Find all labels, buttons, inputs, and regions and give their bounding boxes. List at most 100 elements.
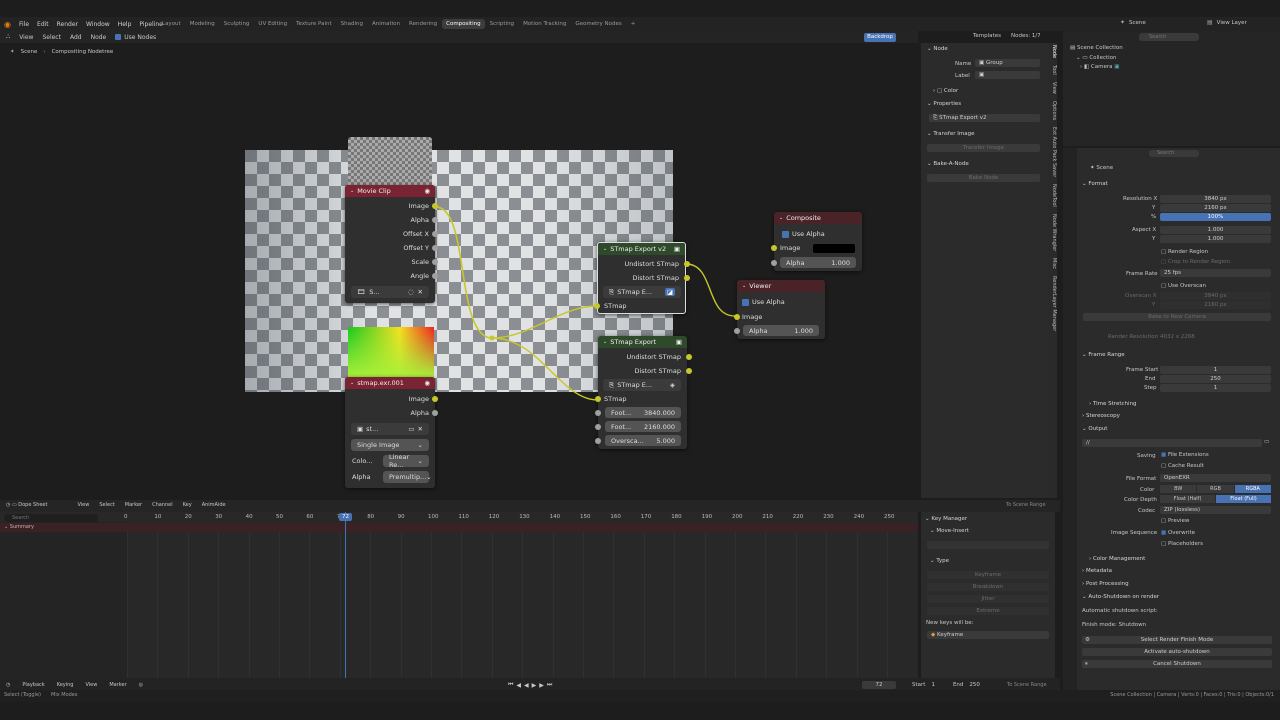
section-transfer-image[interactable]: ⌄ Transfer Image [927,131,974,137]
bake-node-button[interactable]: Bake Node [927,174,1040,182]
play-icon[interactable]: ▶ [532,682,537,689]
collapse-chevron-icon[interactable]: ⌄ [350,380,354,386]
socket-field-in[interactable] [595,438,601,444]
cancel-shutdown-button[interactable]: ⏸ Cancel Shutdown [1082,660,1272,668]
aspect-y-field[interactable]: 1.000 [1160,235,1271,243]
codec-dropdown[interactable]: ZIP (lossless) [1160,506,1271,514]
fake-user-icon[interactable]: ◪ [664,288,675,296]
prev-key-icon[interactable]: ◀ [516,682,521,689]
section-stereoscopy[interactable]: › Stereoscopy [1082,413,1120,419]
eye-icon[interactable]: ◉ [424,187,430,195]
start-value[interactable]: 1 [931,682,935,688]
section-color[interactable]: › ▢ Color [933,88,958,94]
socket-angle-out[interactable] [432,273,438,279]
jump-start-icon[interactable]: ⏮ [508,681,513,689]
preview-toggle[interactable]: ▢ Preview [1161,518,1189,524]
key-type-jitter[interactable]: Jitter [927,595,1049,603]
timeline-type-icon[interactable]: ◷ [6,682,10,688]
node-group-icon[interactable]: ▣ [676,338,682,346]
section-move-insert[interactable]: ⌄ Move-Insert [930,528,969,534]
scene-selector[interactable]: ✦ Scene [1120,19,1146,26]
socket-alpha-out[interactable] [432,410,438,416]
dope-menu-view[interactable]: View [77,502,89,508]
node-stmap-image[interactable]: ⌄ stmap.exr.001 ◉ Image Alpha ▣ st... ▭ … [345,377,438,488]
collapse-chevron-icon[interactable]: ⌄ [742,283,746,289]
render-region-toggle[interactable]: ▢ Render Region [1161,249,1208,255]
section-key-manager[interactable]: ⌄ Key Manager [925,516,967,522]
socket-image-in[interactable] [734,314,740,320]
section-type[interactable]: ⌄ Type [930,558,949,564]
socket-image-out[interactable] [432,203,438,209]
resolution-x-field[interactable]: 3840 px [1160,195,1271,203]
view-layer-selector[interactable]: ▤ View Layer [1207,19,1247,26]
cache-result-toggle[interactable]: ▢ Cache Result [1161,463,1204,469]
collapse-chevron-icon[interactable]: ⌄ [603,339,607,345]
timeline-menu-marker[interactable]: Marker [109,682,126,688]
resolution-pct-field[interactable]: 100% [1160,213,1271,221]
socket-alpha-in[interactable] [771,260,777,266]
color-option-rgb[interactable]: RGB [1197,485,1234,493]
dope-menu-select[interactable]: Select [99,502,114,508]
section-auto-shutdown[interactable]: ⌄ Auto-Shutdown on render [1082,594,1159,600]
placeholders-toggle[interactable]: ▢ Placeholders [1161,541,1203,547]
section-properties[interactable]: ⌄ Properties [927,101,961,107]
move-insert-controls[interactable] [927,541,1049,549]
select-finish-mode-button[interactable]: ⚙ Select Render Finish Mode [1082,636,1272,644]
timeline-menu-keying[interactable]: Keying [57,682,74,688]
color-swatch[interactable] [813,244,855,253]
templates-menu[interactable]: Templates [973,33,1001,39]
sidebar-tab-tool[interactable]: Tool [1048,65,1057,75]
label-field[interactable]: ▣ [975,71,1040,79]
collapse-chevron-icon[interactable]: ⌄ [779,215,783,221]
frame-end-field[interactable]: 250 [1160,375,1271,383]
sidebar-tab-node-wrangler[interactable]: Node Wrangler [1048,214,1057,251]
socket-offsetx-out[interactable] [432,231,438,237]
new-key-type-dropdown[interactable]: ◆ Keyframe [927,631,1049,639]
color-space-dropdown[interactable]: Linear Re... ⌄ [383,453,429,469]
socket-undistort-out[interactable] [686,354,692,360]
socket-image-in[interactable] [771,245,777,251]
node-viewer[interactable]: ⌄ Viewer Use Alpha Image Alpha 1.000 [734,280,825,339]
section-bake-a-node[interactable]: ⌄ Bake-A-Node [927,161,969,167]
file-extensions-toggle[interactable]: ■ File Extensions [1161,452,1209,458]
play-reverse-icon[interactable]: ◀ [524,682,529,689]
depth-option-full[interactable]: Float (Full) [1216,495,1271,503]
output-path-field[interactable]: // [1082,439,1262,447]
node-composite[interactable]: ⌄ Composite Use Alpha Image Alpha 1.000 [771,212,862,271]
activate-shutdown-button[interactable]: Activate auto-shutdown [1082,648,1272,656]
composite-header[interactable]: ⌄ Composite [774,212,862,224]
use-alpha-toggle[interactable]: Use Alpha [782,230,825,238]
auto-key-icon[interactable]: ◎ [139,682,143,688]
use-alpha-toggle[interactable]: Use Alpha [742,298,785,306]
clip-selector[interactable]: 🎞 S... ◌ ✕ [351,286,429,298]
collapse-chevron-icon[interactable]: ⌄ [603,246,607,252]
sidebar-tab-auto-pack[interactable]: Ext Auto Pack Saver [1048,127,1057,177]
close-icon[interactable]: ✕ [418,288,423,296]
sidebar-tab-options[interactable]: Options [1048,101,1057,120]
shield-icon[interactable]: ◈ [670,381,675,389]
sidebar-tab-nodetool[interactable]: NodeTool [1048,184,1057,207]
group-selector[interactable]: ⎘ STmap E... ◈ [603,379,681,391]
socket-distort-out[interactable] [686,368,692,374]
sidebar-tab-renderlayer[interactable]: RenderLayer Manager [1048,276,1057,331]
socket-stmap-in[interactable] [595,396,601,402]
dope-menu-channel[interactable]: Channel [152,502,173,508]
dope-sheet-area[interactable] [0,512,918,678]
socket-distort-out[interactable] [684,275,690,281]
section-format[interactable]: ⌄ Format [1082,181,1108,187]
resolution-y-field[interactable]: 2160 px [1160,204,1271,212]
sidebar-tab-misc[interactable]: Misc [1048,258,1057,269]
folder-icon[interactable]: ▭ [408,425,414,433]
sidebar-tab-node[interactable]: Node [1048,45,1057,58]
viewer-header[interactable]: ⌄ Viewer [737,280,825,292]
stmap-export-header[interactable]: ⌄ STmap Export ▣ [598,336,687,348]
eye-icon[interactable]: ◉ [424,379,430,387]
socket-stmap-in[interactable] [594,303,600,309]
outliner-camera[interactable]: › ◧ Camera ▣ [1080,64,1119,70]
group-datablock-field[interactable]: ⎘ STmap Export v2 [929,114,1040,122]
key-type-extreme[interactable]: Extreme [927,607,1049,615]
node-stmap-export-v2[interactable]: ⌄ STmap Export v2 ▣ Undistort STmap Dist… [594,242,690,314]
use-overscan-toggle[interactable]: ▢ Use Overscan [1161,283,1206,289]
depth-option-half[interactable]: Float (Half) [1160,495,1215,503]
dope-search-input[interactable]: Search [4,514,98,522]
